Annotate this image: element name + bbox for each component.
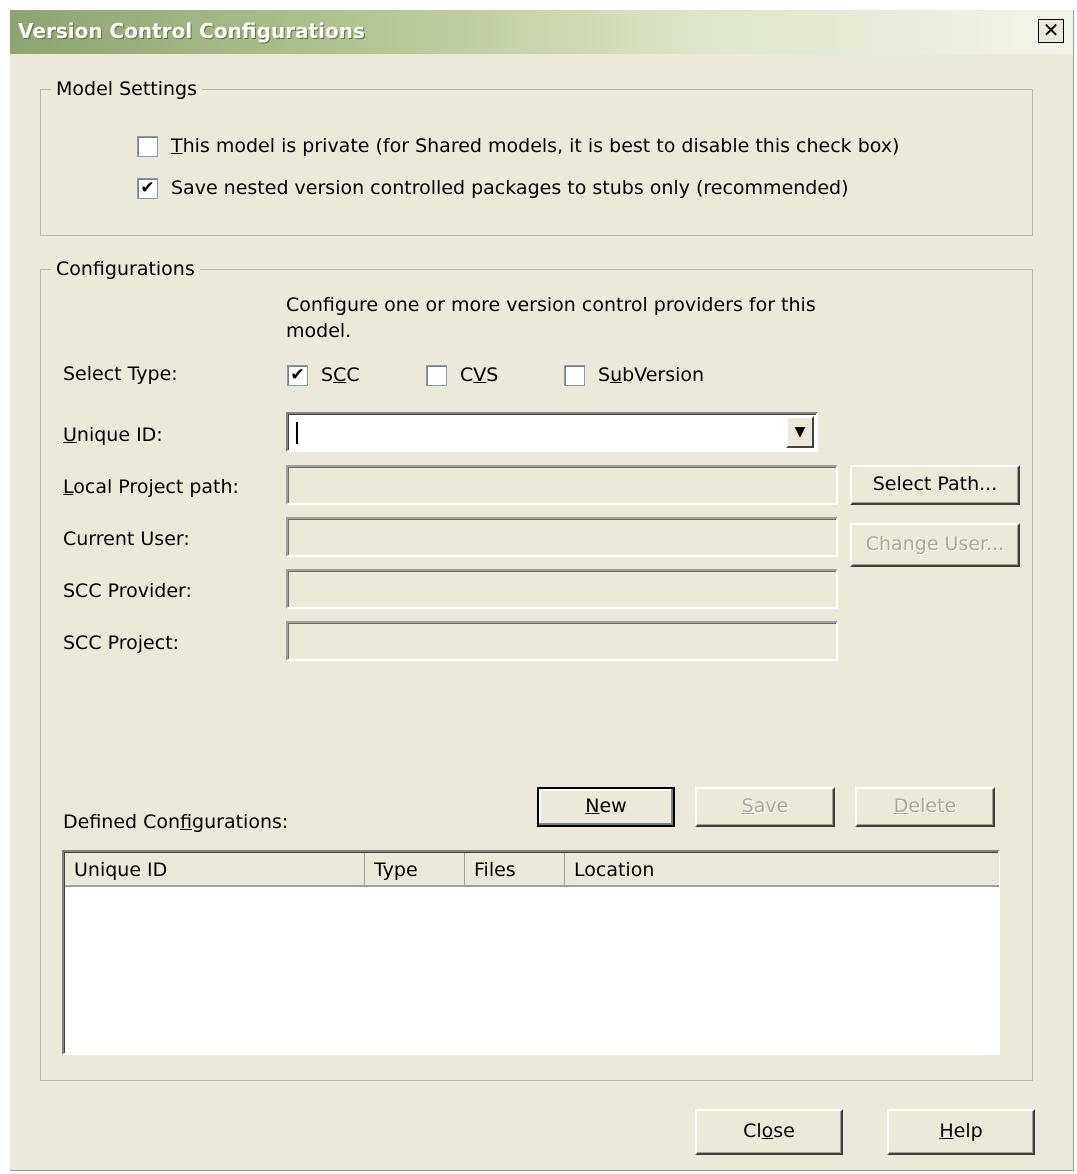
chevron-down-icon: ▼ <box>794 424 806 440</box>
column-header-type[interactable]: Type <box>365 853 465 887</box>
label-part: C <box>460 364 474 386</box>
check-icon: ✔ <box>140 178 155 198</box>
model-settings-legend: Model Settings <box>51 78 203 100</box>
accelerator-key: C <box>333 364 347 386</box>
save-button[interactable]: Save <box>695 787 835 827</box>
accelerator-key: g <box>914 533 927 555</box>
dropdown-button[interactable]: ▼ <box>786 416 814 448</box>
label-part: igurations: <box>192 811 289 833</box>
configurations-legend: Configurations <box>51 258 200 280</box>
select-path-button[interactable]: Select Path... <box>850 465 1020 505</box>
close-icon: ✕ <box>1042 18 1060 42</box>
cvs-label[interactable]: CVS <box>460 364 498 386</box>
close-window-button[interactable]: ✕ <box>1038 19 1064 43</box>
private-model-label[interactable]: This model is private (for Shared models… <box>171 135 899 157</box>
model-settings-group: Model Settings <box>40 78 1033 236</box>
label-part: Cl <box>743 1120 762 1142</box>
table-header: Unique ID Type Files Location <box>65 853 999 887</box>
scc-provider-field <box>286 569 838 609</box>
accelerator-key: o <box>761 1120 774 1142</box>
accelerator-key: H <box>939 1120 954 1142</box>
column-header-unique-id[interactable]: Unique ID <box>65 853 365 887</box>
label-part: ew <box>599 795 627 817</box>
label-part: elp <box>953 1120 983 1142</box>
change-user-button[interactable]: Change User... <box>850 523 1020 567</box>
help-button[interactable]: Help <box>887 1109 1035 1155</box>
label-part: ocal Project path: <box>73 476 239 498</box>
window-title: Version Control Configurations <box>18 19 365 43</box>
subversion-label[interactable]: SubVersion <box>598 364 704 386</box>
configurations-table[interactable]: Unique ID Type Files Location <box>62 850 1000 1055</box>
column-header-files[interactable]: Files <box>465 853 565 887</box>
select-type-label: Select Type: <box>63 363 178 385</box>
cvs-checkbox[interactable] <box>426 365 447 386</box>
save-stubs-checkbox[interactable]: ✔ <box>137 178 158 199</box>
scc-checkbox[interactable]: ✔ <box>287 365 308 386</box>
table-body[interactable] <box>65 888 999 1051</box>
column-header-location[interactable]: Location <box>565 853 999 887</box>
close-button[interactable]: Close <box>695 1109 843 1155</box>
label-part: e User... <box>926 533 1005 555</box>
label-part: ave <box>753 795 789 817</box>
label-part: nique ID: <box>76 424 163 446</box>
local-path-label: Local Project path: <box>63 476 239 498</box>
label-part: se <box>773 1120 795 1142</box>
scc-provider-label: SCC Provider: <box>63 580 192 602</box>
defined-configurations-label: Defined Configurations: <box>63 811 288 833</box>
label-part: his model is private (for Shared models,… <box>182 135 900 157</box>
delete-button[interactable]: Delete <box>855 787 995 827</box>
accelerator-key: f <box>180 811 193 833</box>
scc-label[interactable]: SCC <box>321 364 360 386</box>
accelerator-key: V <box>473 364 487 386</box>
hint-text-line1: Configure one or more version control pr… <box>286 294 816 316</box>
accelerator-key: U <box>63 424 77 446</box>
unique-id-label: Unique ID: <box>63 424 163 446</box>
current-user-label: Current User: <box>63 528 190 550</box>
label-part: C <box>346 364 360 386</box>
accelerator-key: u <box>610 364 623 386</box>
local-path-field <box>286 465 838 505</box>
accelerator-key: N <box>585 795 600 817</box>
select-path-label: Select Path... <box>872 473 998 495</box>
current-user-field <box>286 517 838 557</box>
save-stubs-label[interactable]: Save nested version controlled packages … <box>171 177 849 199</box>
scc-project-field <box>286 621 838 661</box>
text-caret <box>296 422 298 444</box>
version-control-dialog: Version Control Configurations ✕ Model S… <box>10 10 1074 1171</box>
accelerator-key: L <box>63 476 74 498</box>
label-part: elete <box>908 795 957 817</box>
accelerator-key: D <box>893 795 909 817</box>
unique-id-combobox[interactable]: ▼ <box>286 412 818 452</box>
subversion-checkbox[interactable] <box>564 365 585 386</box>
new-button[interactable]: New <box>537 787 675 827</box>
private-model-checkbox[interactable] <box>137 136 158 157</box>
label-part: S <box>321 364 334 386</box>
title-bar[interactable]: Version Control Configurations ✕ <box>10 10 1073 54</box>
accelerator-key: S <box>741 795 754 817</box>
hint-text-line2: model. <box>286 320 352 342</box>
label-part: Defined Con <box>63 811 181 833</box>
label-part: S <box>598 364 611 386</box>
scc-project-label: SCC Project: <box>63 632 180 654</box>
accelerator-key: T <box>171 135 183 157</box>
label-part: bVersion <box>622 364 705 386</box>
label-part: Chan <box>865 533 915 555</box>
check-icon: ✔ <box>290 365 305 385</box>
label-part: S <box>486 364 499 386</box>
